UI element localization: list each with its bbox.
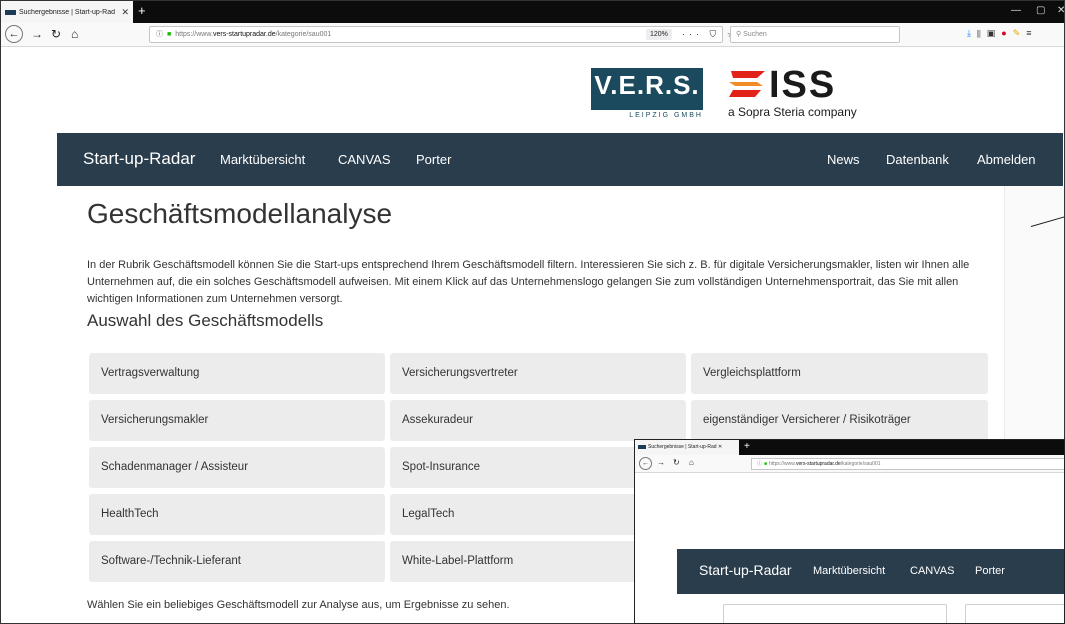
overlay-new-tab-button[interactable]: + [744,441,750,453]
reload-icon[interactable]: ↻ [51,27,61,41]
overlay-info-icon: ⓘ [757,461,763,467]
nav-item-news[interactable]: News [827,152,860,167]
overlay-nav-item-marktuebersicht[interactable]: Marktübersicht [813,565,885,577]
tab-close-icon[interactable]: ✕ [121,7,129,18]
overlay-lock-icon: ■ [764,461,768,467]
menu-icon[interactable]: ≡ [1026,28,1037,38]
iss-logo: ISS a Sopra Steria company [727,65,877,121]
page-title: Geschäftsmodellanalyse [87,198,393,229]
overlay-card [965,604,1064,623]
library-icon[interactable]: ⫴ [977,28,987,38]
site-favicon-icon [5,9,16,15]
overlay-back-arrow-icon[interactable]: ← [639,457,652,470]
close-window-button[interactable]: ✕ [1057,5,1064,16]
model-eigenstaendiger-versicherer[interactable]: eigenständiger Versicherer / Risikoträge… [691,400,988,441]
model-versicherungsmakler[interactable]: Versicherungsmakler [89,400,385,441]
overlay-tab-strip: Suchergebnisse | Start-up-Rad ✕ + [635,440,1064,455]
overlay-url-host: vers-startupradar.de [796,461,841,467]
model-vertragsverwaltung[interactable]: Vertragsverwaltung [89,353,385,394]
zoom-indicator[interactable]: 120% [646,29,672,40]
toolbar-icons: ⤓⫴▣●✎≡ [967,28,1038,39]
overlay-url-path: /kategorie/sau001 [840,461,881,467]
overlay-brand-link[interactable]: Start-up-Radar [699,562,792,578]
iss-logo-text: ISS [769,64,837,106]
hint-text: Wählen Sie ein beliebiges Geschäftsmodel… [87,599,510,611]
brand-link[interactable]: Start-up-Radar [83,149,195,169]
overlay-tab-title: Suchergebnisse | Start-up-Rad [648,444,717,450]
url-bar[interactable]: ⓘ ■ https://www.vers-startupradar.de/kateg… [149,26,735,43]
minimize-button[interactable]: — [1011,5,1021,16]
overlay-browser-tab[interactable]: Suchergebnisse | Start-up-Rad ✕ [635,440,739,455]
back-arrow-icon[interactable]: ← [5,25,23,43]
lock-icon: ■ [167,31,172,38]
nav-item-canvas[interactable]: CANVAS [338,152,391,167]
overlay-url-bar[interactable]: ⓘ ■ https://www.vers-startupradar.de/kateg… [751,458,1064,470]
nav-item-marktuebersicht[interactable]: Marktübersicht [220,152,305,167]
vers-logo: V.E.R.S. LEIPZIG GMBH [591,68,703,124]
download-icon[interactable]: ⤓ [967,28,977,38]
site-info-icon[interactable]: ⓘ [156,31,163,38]
overlay-favicon-icon [638,444,646,449]
url-prefix: https://www. [175,31,213,38]
vers-logo-text: V.E.R.S. [594,70,700,100]
site-navbar: Start-up-Radar Marktübersicht CANVAS Por… [57,133,1063,186]
ublock-icon[interactable]: ● [1001,28,1012,38]
iss-logo-mark-icon [729,71,765,97]
model-software-technik-lieferant[interactable]: Software-/Technik-Lieferant [89,541,385,582]
url-path: /kategorie/sau001 [275,31,332,38]
tab-strip: Suchergebnisse | Start-up-Rad ✕ + — ▢ ✕ [1,1,1064,23]
overlay-forward-arrow-icon[interactable]: → [657,458,665,468]
home-icon[interactable]: ⌂ [71,27,78,41]
model-vergleichsplattform[interactable]: Vergleichsplattform [691,353,988,394]
url-host: vers-startupradar.de [212,31,276,38]
model-schadenmanager[interactable]: Schadenmanager / Assisteur [89,447,385,488]
nav-item-abmelden[interactable]: Abmelden [977,152,1036,167]
overlay-card [723,604,947,623]
browser-tab[interactable]: Suchergebnisse | Start-up-Rad ✕ [1,1,133,23]
vers-logo-subtitle: LEIPZIG GMBH [629,112,703,119]
section-title: Auswahl des Geschäftsmodells [87,311,324,330]
overlay-toolbar: ← → ↻ ⌂ ⓘ ■ https://www.vers-startupradar.… [635,455,1064,473]
search-placeholder: Suchen [743,31,767,38]
maximize-button[interactable]: ▢ [1036,5,1045,16]
nav-item-datenbank[interactable]: Datenbank [886,152,949,167]
overlay-site-navbar: Start-up-Radar Marktübersicht CANVAS Por… [677,549,1064,594]
iss-logo-tagline: a Sopra Steria company [728,105,857,119]
overlay-reload-icon[interactable]: ↻ [673,458,680,468]
overlay-nav-item-canvas[interactable]: CANVAS [910,565,954,577]
intro-text: In der Rubrik Geschäftsmodell können Sie… [87,259,970,305]
model-assekuradeur[interactable]: Assekuradeur [390,400,686,441]
overlay-nav-item-porter[interactable]: Porter [975,565,1005,577]
search-input[interactable]: ⚲ Suchen [730,26,900,43]
overlay-screenshot: Suchergebnisse | Start-up-Rad ✕ + ← → ↻ … [634,439,1065,624]
browser-toolbar: ← → ↻ ⌂ ⓘ ■ https://www.vers-startupradar.… [1,23,1064,47]
forward-arrow-icon[interactable]: → [31,27,43,41]
model-versicherungsvertreter[interactable]: Versicherungsvertreter [390,353,686,394]
model-healthtech[interactable]: HealthTech [89,494,385,535]
sidebar-icon[interactable]: ▣ [987,28,1002,38]
overlay-tab-close-icon[interactable]: ✕ [718,444,722,450]
nav-item-porter[interactable]: Porter [416,152,451,167]
extension-icon[interactable]: ✎ [1013,28,1027,38]
new-tab-button[interactable]: + [138,3,146,19]
overlay-home-icon[interactable]: ⌂ [689,458,694,468]
tab-title: Suchergebnisse | Start-up-Rad [19,8,115,16]
overlay-url-prefix: https://www. [769,461,796,467]
